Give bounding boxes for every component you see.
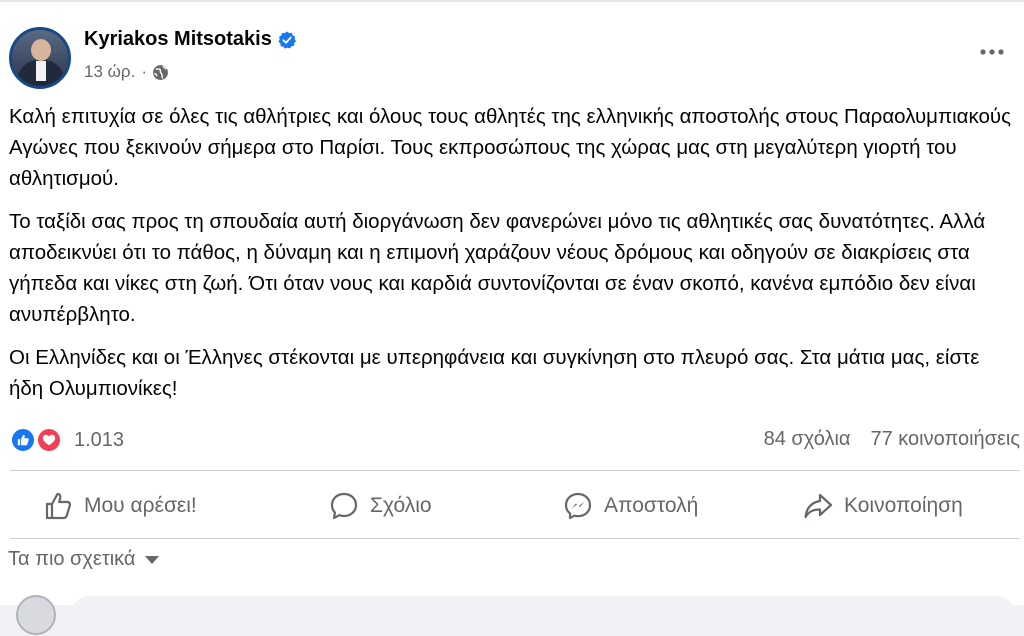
thumbs-up-icon <box>45 492 72 520</box>
post-paragraph-2: Το ταξίδι σας προς τη σπουδαία αυτή διορ… <box>9 210 986 326</box>
like-button[interactable]: Μου αρέσει! <box>42 478 197 534</box>
post-actions-bar: Μου αρέσει! Σχόλιο Αποστολή Κοινοποίηση <box>0 478 1024 534</box>
like-button-label: Μου αρέσει! <box>84 494 197 517</box>
engagement-stats: 84 σχόλια 77 κοινοποιήσεις <box>764 428 1020 451</box>
author-name[interactable]: Kyriakos Mitsotakis <box>84 28 272 51</box>
reaction-icons <box>10 426 68 454</box>
share-button[interactable]: Κοινοποίηση <box>802 478 963 534</box>
comments-sort-label: Τα πιο σχετικά <box>8 548 136 570</box>
send-button[interactable]: Αποστολή <box>562 478 698 534</box>
comments-count-link[interactable]: 84 σχόλια <box>764 428 851 451</box>
post-paragraph-1: Καλή επιτυχία σε όλες τις αθλήτριες και … <box>9 105 1012 190</box>
caret-down-icon <box>145 555 160 564</box>
comment-bubble-icon <box>330 492 358 520</box>
viewer-avatar <box>16 595 56 635</box>
comment-input[interactable] <box>70 596 1016 636</box>
divider-top <box>10 470 1020 471</box>
reactions-count[interactable]: 1.013 <box>74 429 124 452</box>
author-row: Kyriakos Mitsotakis <box>84 28 296 51</box>
like-reaction-icon <box>10 427 36 453</box>
globe-icon[interactable] <box>152 64 169 81</box>
divider-bottom <box>10 538 1020 539</box>
share-button-label: Κοινοποίηση <box>844 494 963 517</box>
comment-button-label: Σχόλιο <box>370 494 432 517</box>
comment-composer <box>0 592 1024 636</box>
author-avatar[interactable] <box>9 27 71 89</box>
meta-separator: · <box>141 62 147 81</box>
verified-badge-icon <box>278 30 296 49</box>
more-options-icon[interactable] <box>977 42 1007 62</box>
post-timestamp[interactable]: 13 ώρ. <box>84 62 135 82</box>
messenger-send-icon <box>564 492 592 520</box>
post-meta: 13 ώρ. · <box>84 62 169 82</box>
shares-count-link[interactable]: 77 κοινοποιήσεις <box>870 428 1020 451</box>
post-paragraph-3: Οι Ελληνίδες και οι Έλληνες στέκονται με… <box>9 346 980 400</box>
post-body: Καλή επιτυχία σε όλες τις αθλήτριες και … <box>9 101 1014 416</box>
love-reaction-icon <box>36 427 62 453</box>
comment-button[interactable]: Σχόλιο <box>328 478 432 534</box>
share-arrow-icon <box>804 493 833 519</box>
comments-sort-dropdown[interactable]: Τα πιο σχετικά <box>8 548 161 571</box>
send-button-label: Αποστολή <box>604 494 699 517</box>
reactions-summary[interactable]: 1.013 <box>10 426 124 454</box>
post-card: Kyriakos Mitsotakis 13 ώρ. · Καλή επιτυχ… <box>0 0 1024 636</box>
